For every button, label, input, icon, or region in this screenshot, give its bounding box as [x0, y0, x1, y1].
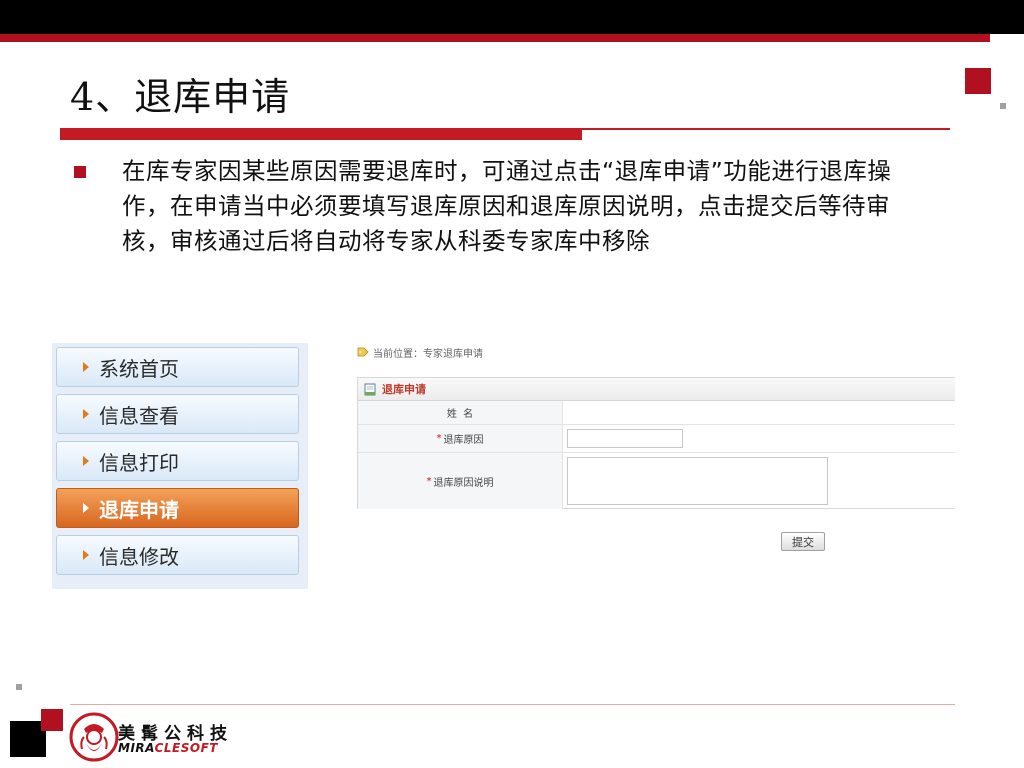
menu-item-label: 信息修改 [99, 544, 179, 569]
form-row-reason: * 退库原因 [358, 425, 955, 453]
tag-icon [357, 347, 369, 357]
breadcrumb: 当前位置：专家退库申请 [357, 344, 483, 360]
logo-text-en-a: MIRA [118, 741, 155, 755]
menu-item-label: 信息查看 [99, 403, 179, 428]
arrow-right-icon [83, 503, 89, 513]
logo-text-en-b: CLESOFT [154, 741, 218, 755]
arrow-right-icon [83, 456, 89, 466]
reason-detail-textarea[interactable] [567, 457, 828, 505]
menu-item-withdraw[interactable]: 退库申请 [56, 488, 299, 528]
title-underline-thin [582, 128, 950, 130]
title-underline-thick [60, 128, 582, 140]
reason-cell [563, 425, 955, 452]
decor-square-small [1000, 103, 1006, 109]
arrow-right-icon [83, 362, 89, 372]
menu-item-label: 退库申请 [99, 497, 179, 522]
decor-square-red-bottom [41, 709, 63, 731]
menu-item-view[interactable]: 信息查看 [56, 394, 299, 434]
reason-detail-label-text: 退库原因说明 [433, 477, 494, 489]
arrow-right-icon [83, 550, 89, 560]
bullet-square-icon [74, 166, 86, 178]
reason-detail-cell [563, 453, 955, 509]
decor-square-red [965, 68, 991, 94]
reason-label: * 退库原因 [358, 425, 563, 452]
menu-item-edit[interactable]: 信息修改 [56, 535, 299, 575]
form-header: 退库申请 [358, 378, 955, 401]
side-menu: 系统首页 信息查看 信息打印 退库申请 信息修改 [52, 343, 308, 589]
name-label: 姓 名 [358, 401, 563, 424]
footer-divider [70, 704, 955, 705]
menu-item-home[interactable]: 系统首页 [56, 347, 299, 387]
name-value [563, 401, 955, 424]
top-black-band [0, 0, 1024, 34]
form-row-reason-detail: * 退库原因说明 [358, 453, 955, 509]
arrow-right-icon [83, 409, 89, 419]
company-logo-icon [69, 712, 119, 762]
decor-square-small-bottom [16, 684, 22, 690]
reason-label-text: 退库原因 [443, 435, 484, 446]
required-mark: * [426, 475, 432, 487]
body-paragraph: 在库专家因某些原因需要退库时，可通过点击“退库申请”功能进行退库操作，在申请当中… [122, 157, 892, 255]
menu-item-print[interactable]: 信息打印 [56, 441, 299, 481]
slide-title: 4、退库申请 [70, 75, 291, 119]
menu-item-label: 信息打印 [99, 450, 179, 475]
name-label-text: 姓 名 [446, 409, 474, 420]
required-mark: * [436, 433, 442, 444]
form-row-name: 姓 名 [358, 401, 955, 425]
reason-input[interactable] [567, 429, 683, 448]
breadcrumb-text: 当前位置：专家退库申请 [373, 348, 483, 360]
submit-button[interactable]: 提交 [781, 532, 825, 551]
withdraw-form: 退库申请 姓 名 * 退库原因 * 退库原因说明 [357, 377, 955, 509]
logo-text-en: MIRACLESOFT [118, 741, 218, 755]
menu-item-label: 系统首页 [99, 356, 179, 381]
top-red-band [0, 34, 990, 42]
reason-detail-label: * 退库原因说明 [358, 453, 563, 509]
document-icon [364, 383, 376, 395]
form-title: 退库申请 [382, 383, 426, 396]
